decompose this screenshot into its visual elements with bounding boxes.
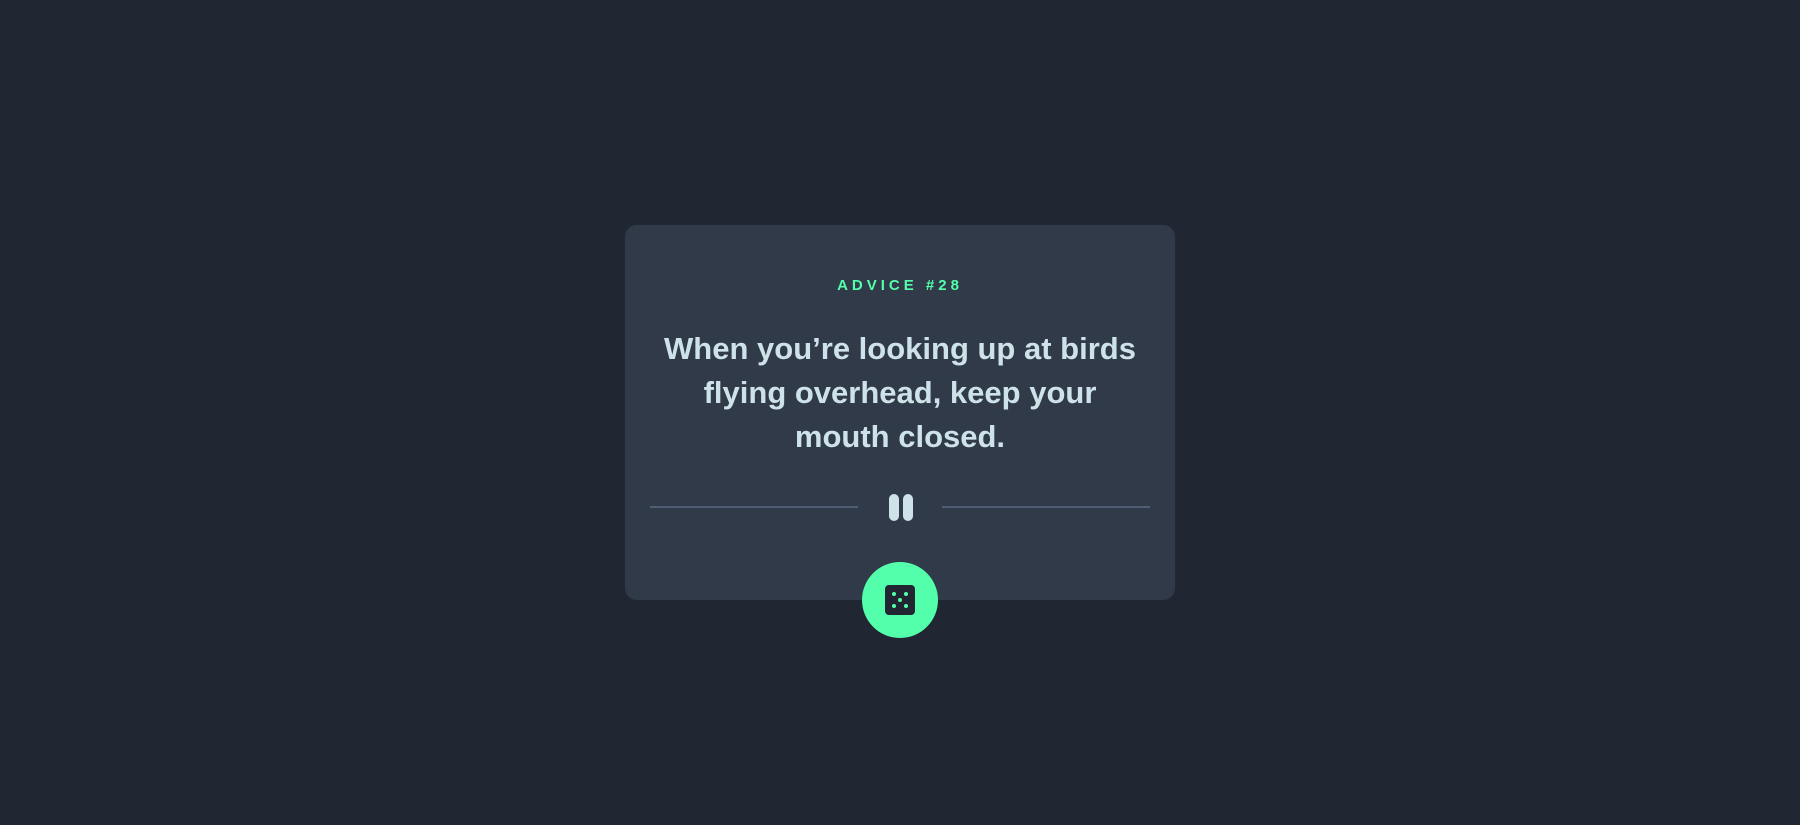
pause-bar-left [889, 494, 899, 521]
dice-icon [885, 585, 915, 615]
advice-number: ADVICE #28 [837, 277, 963, 294]
divider-line-right [942, 506, 1150, 508]
advice-quote: When you’re looking up at birds flying o… [664, 331, 1136, 454]
divider [650, 492, 1150, 522]
pause-bar-right [903, 494, 913, 521]
divider-line-left [650, 506, 858, 508]
generate-advice-button[interactable] [862, 562, 938, 638]
advice-card: ADVICE #28 When you’re looking up at bir… [625, 225, 1175, 600]
pause-divider-icon [880, 492, 920, 522]
